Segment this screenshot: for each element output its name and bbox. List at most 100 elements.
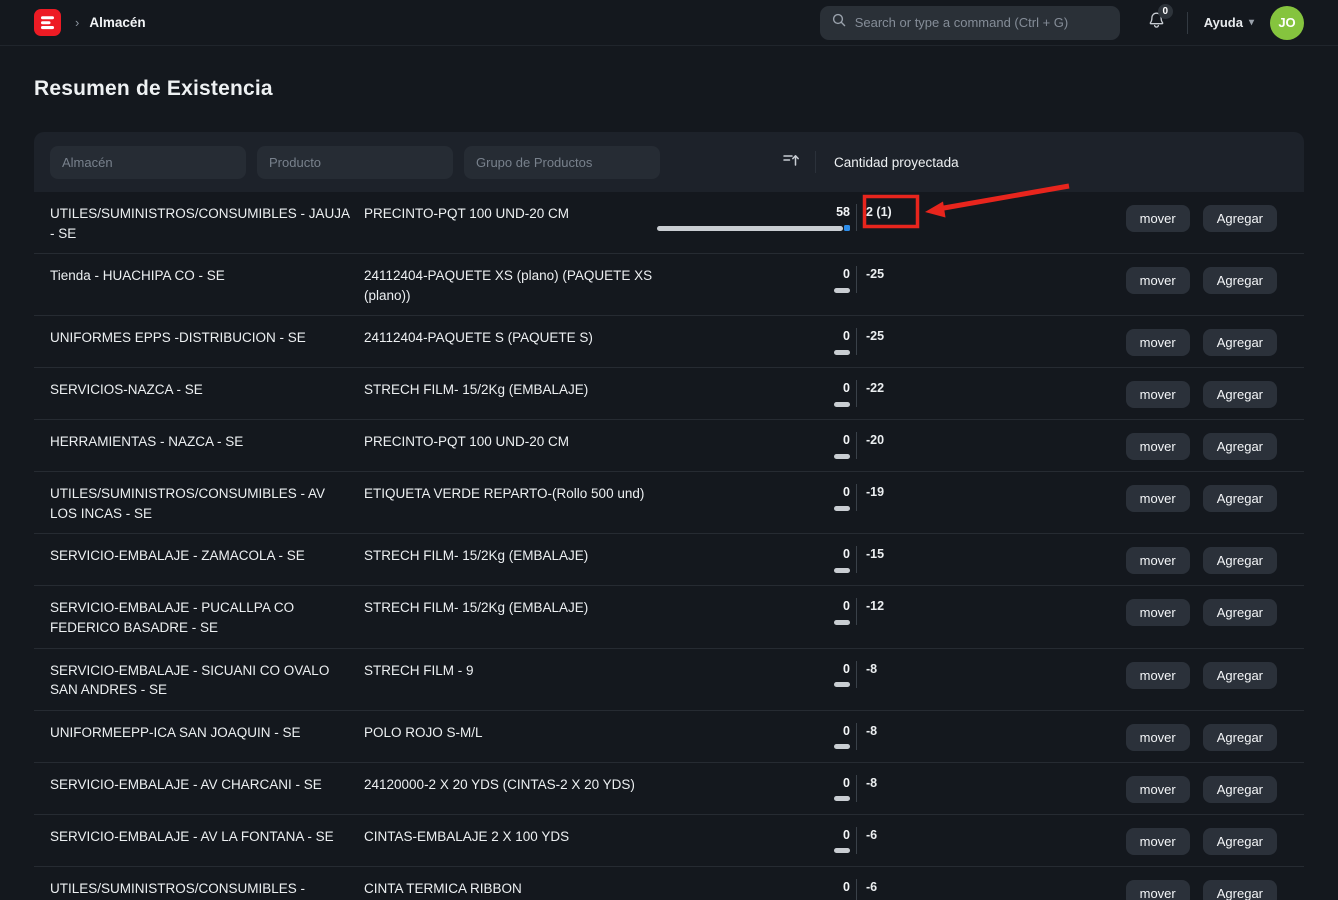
avatar-initials: JO — [1278, 15, 1295, 30]
add-button[interactable]: Agregar — [1203, 433, 1277, 460]
actual-qty: 0 — [843, 598, 850, 615]
add-button[interactable]: Agregar — [1203, 828, 1277, 855]
move-button[interactable]: mover — [1126, 205, 1190, 232]
qty-divider — [856, 775, 857, 802]
projected-qty: -20 — [866, 432, 884, 449]
add-button[interactable]: Agregar — [1203, 724, 1277, 751]
stock-bar-fill — [834, 744, 850, 749]
quantity-cell: 0 -6 — [664, 827, 877, 854]
projected-qty: -25 — [866, 328, 884, 345]
projected-qty: -12 — [866, 598, 884, 615]
product-name: CINTAS-EMBALAJE 2 X 100 YDS — [364, 827, 664, 847]
stock-level-bar — [834, 567, 850, 573]
move-button[interactable]: mover — [1126, 329, 1190, 356]
product-name: STRECH FILM- 15/2Kg (EMBALAJE) — [364, 380, 664, 400]
notifications-button[interactable]: 0 — [1148, 11, 1165, 34]
table-row: UTILES/SUMINISTROS/CONSUMIBLES - AV LOS … — [34, 472, 1304, 534]
breadcrumb[interactable]: Almacén — [89, 15, 145, 30]
quantity-cell: 0 -19 — [664, 484, 884, 511]
warehouse-name: SERVICIO-EMBALAJE - AV LA FONTANA - SE — [50, 827, 350, 847]
sort-field-button[interactable]: Cantidad proyectada — [822, 148, 971, 177]
filter-bar: Cantidad proyectada — [34, 132, 1304, 192]
actual-qty: 0 — [843, 879, 850, 896]
move-button[interactable]: mover — [1126, 599, 1190, 626]
chevron-down-icon: ▾ — [1249, 17, 1254, 28]
move-button[interactable]: mover — [1126, 776, 1190, 803]
add-button[interactable]: Agregar — [1203, 599, 1277, 626]
stock-level-bar — [834, 505, 850, 511]
search-input[interactable] — [855, 15, 1108, 30]
move-button[interactable]: mover — [1126, 828, 1190, 855]
quantity-cell: 58 2 (1) — [664, 204, 892, 231]
move-button[interactable]: mover — [1126, 485, 1190, 512]
add-button[interactable]: Agregar — [1203, 381, 1277, 408]
actual-qty: 0 — [843, 827, 850, 844]
add-button[interactable]: Agregar — [1203, 267, 1277, 294]
sort-separator — [815, 151, 816, 173]
move-button[interactable]: mover — [1126, 880, 1190, 900]
stock-summary-table: UTILES/SUMINISTROS/CONSUMIBLES - JAUJA -… — [34, 192, 1304, 900]
stock-bar-fill — [834, 454, 850, 459]
qty-divider — [856, 827, 857, 854]
move-button[interactable]: mover — [1126, 662, 1190, 689]
projected-qty: -19 — [866, 484, 884, 501]
stock-bar-fill — [834, 682, 850, 687]
projected-qty: -6 — [866, 879, 877, 896]
product-group-filter-input[interactable] — [464, 146, 660, 179]
add-button[interactable]: Agregar — [1203, 485, 1277, 512]
product-name: PRECINTO-PQT 100 UND-20 CM — [364, 432, 664, 452]
stock-bar-fill — [834, 620, 850, 625]
table-row: SERVICIO-EMBALAJE - SICUANI CO OVALO SAN… — [34, 649, 1304, 711]
qty-divider — [856, 598, 857, 625]
stock-level-bar — [834, 619, 850, 625]
actual-qty: 58 — [836, 204, 850, 221]
user-avatar[interactable]: JO — [1270, 6, 1304, 40]
sort-direction-button[interactable] — [773, 146, 809, 179]
add-button[interactable]: Agregar — [1203, 776, 1277, 803]
stock-level-bar — [834, 682, 850, 688]
help-menu-button[interactable]: Ayuda ▾ — [1204, 15, 1254, 30]
projected-qty: 2 (1) — [866, 204, 892, 221]
quantity-cell: 0 -12 — [664, 598, 884, 625]
move-button[interactable]: mover — [1126, 267, 1190, 294]
stock-level-bar — [834, 401, 850, 407]
projected-qty: -22 — [866, 380, 884, 397]
warehouse-name: SERVICIO-EMBALAJE - AV CHARCANI - SE — [50, 775, 350, 795]
sort-ascending-icon — [783, 153, 800, 172]
stock-level-bar — [657, 225, 850, 231]
quantity-cell: 0 -8 — [664, 723, 877, 750]
warehouse-name: UTILES/SUMINISTROS/CONSUMIBLES - SANTA R… — [50, 879, 350, 900]
add-button[interactable]: Agregar — [1203, 205, 1277, 232]
move-button[interactable]: mover — [1126, 433, 1190, 460]
table-row: SERVICIO-EMBALAJE - AV CHARCANI - SE 241… — [34, 763, 1304, 815]
table-row: SERVICIO-EMBALAJE - ZAMACOLA - SE STRECH… — [34, 534, 1304, 586]
move-button[interactable]: mover — [1126, 381, 1190, 408]
add-button[interactable]: Agregar — [1203, 547, 1277, 574]
stock-bar-fill — [834, 288, 850, 293]
qty-divider — [856, 204, 857, 231]
add-button[interactable]: Agregar — [1203, 662, 1277, 689]
help-label: Ayuda — [1204, 15, 1243, 30]
warehouse-name: UNIFORMEEPP-ICA SAN JOAQUIN - SE — [50, 723, 350, 743]
stock-bar-fill — [834, 350, 850, 355]
actual-qty: 0 — [843, 328, 850, 345]
move-button[interactable]: mover — [1126, 547, 1190, 574]
warehouse-name: SERVICIO-EMBALAJE - SICUANI CO OVALO SAN… — [50, 661, 350, 700]
table-row: UNIFORMEEPP-ICA SAN JOAQUIN - SE POLO RO… — [34, 711, 1304, 763]
product-name: CINTA TERMICA RIBBON — [364, 879, 664, 899]
warehouse-filter-input[interactable] — [50, 146, 246, 179]
add-button[interactable]: Agregar — [1203, 880, 1277, 900]
breadcrumb-chevron-icon: › — [75, 15, 79, 30]
add-button[interactable]: Agregar — [1203, 329, 1277, 356]
app-logo[interactable] — [34, 9, 61, 36]
qty-divider — [856, 328, 857, 355]
stock-level-bar — [834, 453, 850, 459]
stock-bar-fill — [834, 848, 850, 853]
stock-summary-page: Resumen de Existencia Cantidad proyectad… — [0, 77, 1338, 900]
global-search[interactable] — [820, 6, 1120, 40]
product-filter-input[interactable] — [257, 146, 453, 179]
projected-qty: -6 — [866, 827, 877, 844]
warehouse-name: SERVICIO-EMBALAJE - ZAMACOLA - SE — [50, 546, 350, 566]
qty-divider — [856, 432, 857, 459]
move-button[interactable]: mover — [1126, 724, 1190, 751]
